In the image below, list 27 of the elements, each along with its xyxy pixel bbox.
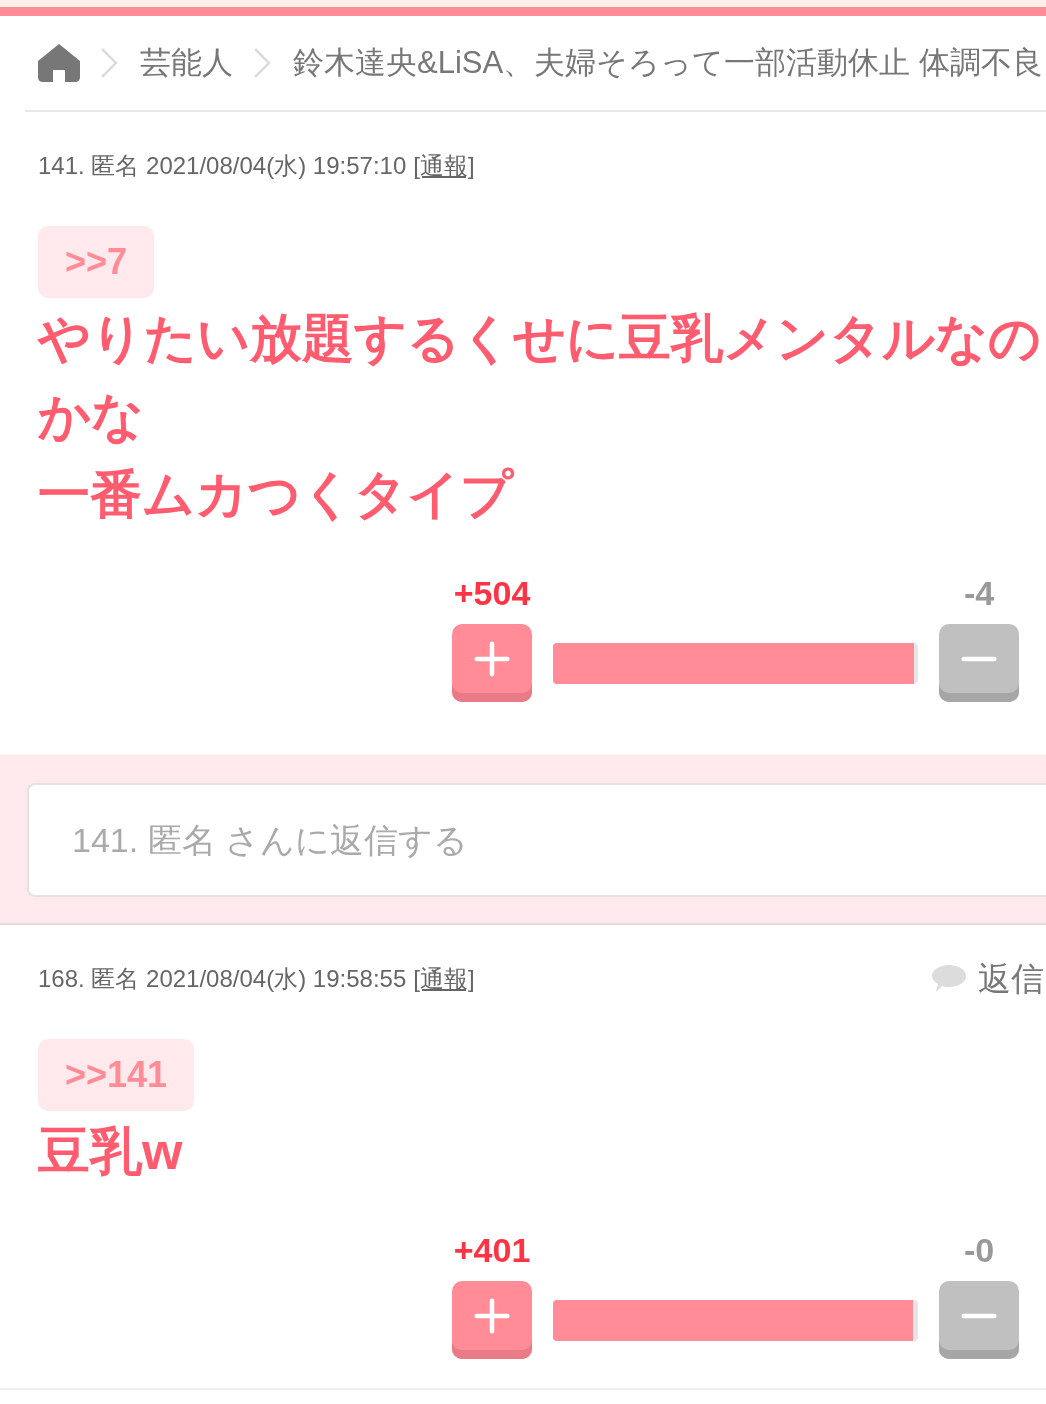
plus-count: +401 [453, 1230, 531, 1270]
comment-line: 一番ムカつくタイプ [38, 464, 516, 525]
minus-count: -0 [963, 1230, 995, 1270]
home-icon[interactable] [38, 44, 80, 82]
speech-bubble-icon [932, 965, 966, 993]
reply-link[interactable]: 返信 [932, 956, 1046, 1002]
minus-count: -4 [963, 573, 995, 613]
minus-icon [961, 1312, 997, 1319]
plus-button[interactable] [452, 624, 532, 702]
comment-line: 豆乳w [38, 1121, 184, 1182]
plus-icon [474, 1297, 510, 1334]
comment-line: やりたい放題するくせに豆乳メンタルなのかな [38, 308, 1042, 447]
plus-button[interactable] [452, 1281, 532, 1359]
chevron-icon [253, 47, 271, 79]
chevron-icon [100, 47, 118, 79]
plus-count: +504 [453, 573, 531, 613]
breadcrumb-link[interactable]: 鈴木達央&LiSA、夫婦そろって一部活動休止 体調不良 [293, 42, 1043, 84]
comment-meta: 141. 匿名 2021/08/04(水) 19:57:10 [38, 151, 407, 181]
minus-button[interactable] [939, 624, 1019, 702]
minus-button[interactable] [939, 1281, 1019, 1359]
report-link[interactable]: [通報] [413, 963, 475, 995]
breadcrumb-link[interactable]: 芸能人 [140, 42, 233, 84]
reply-input[interactable]: 141. 匿名 さんに返信する [27, 783, 1046, 897]
comment-meta: 168. 匿名 2021/08/04(水) 19:58:55 [38, 964, 407, 994]
plus-icon [474, 640, 510, 677]
minus-icon [961, 655, 997, 662]
report-link[interactable]: [通報] [413, 150, 475, 182]
